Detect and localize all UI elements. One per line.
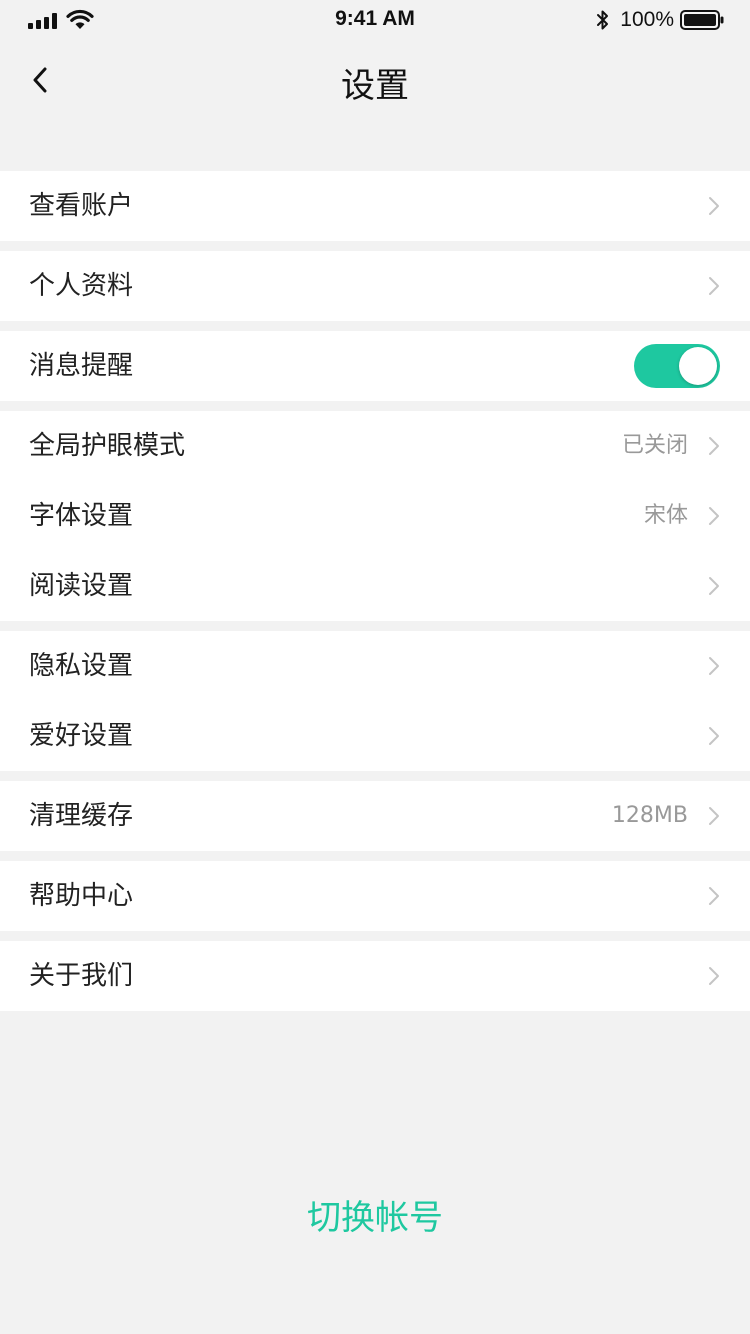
chevron-right-icon — [709, 657, 719, 675]
chevron-right-icon — [709, 197, 719, 215]
row-label: 字体设置 — [29, 501, 134, 531]
row-label: 全局护眼模式 — [29, 431, 186, 461]
row-font-settings[interactable]: 字体设置 宋体 — [0, 481, 750, 551]
settings-group-about: 关于我们 — [0, 941, 750, 1011]
chevron-right-icon — [709, 807, 719, 825]
battery-percent: 100% — [620, 8, 674, 31]
row-reading-settings[interactable]: 阅读设置 — [0, 551, 750, 621]
row-label: 帮助中心 — [29, 881, 134, 911]
settings-group-cache: 清理缓存 128MB — [0, 781, 750, 851]
chevron-right-icon — [709, 437, 719, 455]
row-personal-profile[interactable]: 个人资料 — [0, 251, 750, 321]
row-label: 查看账户 — [29, 191, 134, 221]
row-label: 爱好设置 — [29, 721, 134, 751]
nav-bar: 设置 — [0, 40, 750, 120]
row-label: 消息提醒 — [29, 351, 134, 381]
status-bar: 9:41 AM 100% — [0, 0, 750, 40]
page-title: 设置 — [341, 66, 409, 106]
chevron-right-icon — [709, 887, 719, 905]
row-label: 隐私设置 — [29, 651, 134, 681]
message-notification-toggle[interactable] — [634, 344, 720, 388]
chevron-right-icon — [709, 577, 719, 595]
row-value: 已关闭 — [621, 433, 688, 458]
switch-account-button[interactable]: 切换帐号 — [0, 1190, 750, 1246]
row-value: 128MB — [611, 803, 688, 828]
row-about-us[interactable]: 关于我们 — [0, 941, 750, 1011]
battery-icon — [680, 10, 724, 30]
row-clear-cache[interactable]: 清理缓存 128MB — [0, 781, 750, 851]
chevron-right-icon — [709, 507, 719, 525]
row-message-notification: 消息提醒 — [0, 331, 750, 401]
bluetooth-icon — [597, 10, 609, 30]
row-value: 宋体 — [643, 503, 688, 528]
row-hobby-settings[interactable]: 爱好设置 — [0, 701, 750, 771]
row-label: 阅读设置 — [29, 571, 134, 601]
settings-group-account: 查看账户 — [0, 171, 750, 241]
chevron-right-icon — [709, 277, 719, 295]
row-label: 个人资料 — [29, 271, 134, 301]
row-view-account[interactable]: 查看账户 — [0, 171, 750, 241]
settings-group-help: 帮助中心 — [0, 861, 750, 931]
toggle-knob — [679, 347, 717, 385]
row-label: 清理缓存 — [29, 801, 134, 831]
row-label: 关于我们 — [29, 961, 134, 991]
chevron-right-icon — [709, 967, 719, 985]
row-help-center[interactable]: 帮助中心 — [0, 861, 750, 931]
status-right: 100% — [596, 8, 724, 32]
settings-group-notifications: 消息提醒 — [0, 331, 750, 401]
settings-group-privacy: 隐私设置 爱好设置 — [0, 631, 750, 771]
settings-group-profile: 个人资料 — [0, 251, 750, 321]
row-eye-protection-mode[interactable]: 全局护眼模式 已关闭 — [0, 411, 750, 481]
chevron-right-icon — [709, 727, 719, 745]
row-privacy-settings[interactable]: 隐私设置 — [0, 631, 750, 701]
settings-group-display: 全局护眼模式 已关闭 字体设置 宋体 阅读设置 — [0, 411, 750, 621]
